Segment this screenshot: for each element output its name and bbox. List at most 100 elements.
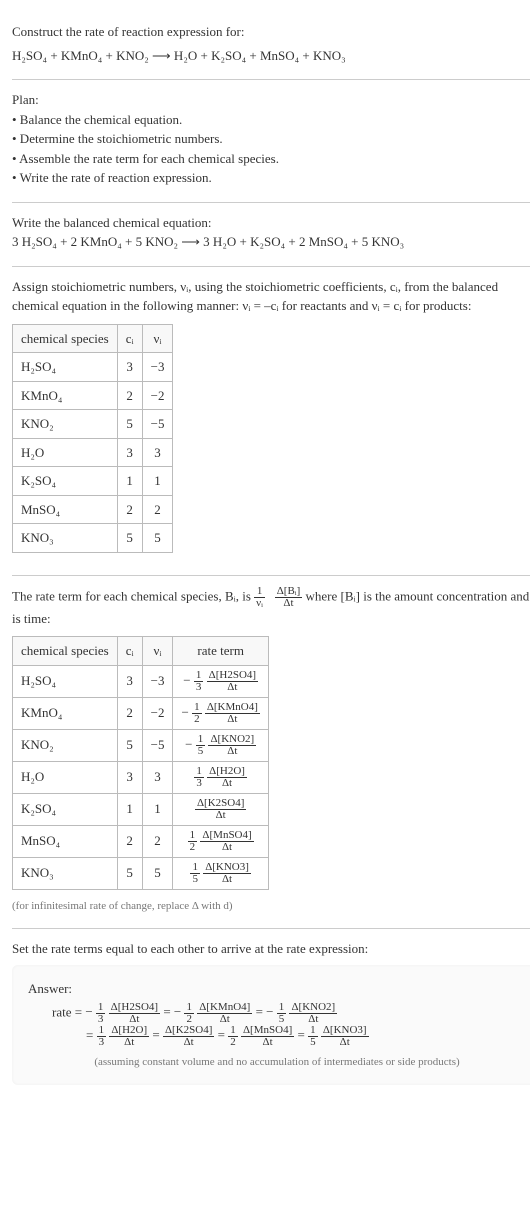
table-row: KMnO₄2−2 − 12 Δ[KMnO4]Δt	[13, 697, 269, 729]
intro-section: Construct the rate of reaction expressio…	[12, 12, 530, 80]
balanced-title: Write the balanced chemical equation:	[12, 213, 530, 233]
table-header: νᵢ	[142, 324, 173, 353]
c-cell: 1	[117, 467, 142, 496]
stoich-intro: Assign stoichiometric numbers, νᵢ, using…	[12, 277, 530, 316]
table-row: H₂O33	[13, 438, 173, 467]
v-cell: −2	[142, 381, 173, 410]
species-cell: K₂SO₄	[13, 793, 118, 825]
c-cell: 3	[117, 665, 142, 697]
v-cell: −3	[142, 353, 173, 382]
stoich-section: Assign stoichiometric numbers, νᵢ, using…	[12, 267, 530, 576]
v-cell: 2	[142, 495, 173, 524]
rate-line2: 13 Δ[H2O]Δt = Δ[K2SO4]Δt = 12 Δ[MnSO4]Δt…	[97, 1027, 369, 1042]
c-cell: 2	[117, 495, 142, 524]
species-cell: K₂SO₄	[13, 467, 118, 496]
species-cell: H₂SO₄	[13, 353, 118, 382]
plan-item: • Assemble the rate term for each chemic…	[12, 149, 530, 169]
table-row: K₂SO₄11	[13, 467, 173, 496]
answer-label: Answer:	[28, 979, 526, 999]
c-cell: 3	[117, 438, 142, 467]
rateterm-cell: − 15 Δ[KNO2]Δt	[173, 729, 268, 761]
rateterm-cell: − 13 Δ[H2SO4]Δt	[173, 665, 268, 697]
rateterm-intro-a: The rate term for each chemical species,…	[12, 588, 254, 603]
table-header: cᵢ	[117, 637, 142, 666]
rateterm-inner-frac: Δ[Bᵢ] Δt	[275, 586, 303, 609]
species-cell: H₂O	[13, 438, 118, 467]
table-row: H₂O3313 Δ[H2O]Δt	[13, 761, 269, 793]
frac-den: Δt	[275, 598, 303, 609]
rate-label: rate =	[52, 1004, 82, 1019]
table-row: H₂SO₄3−3	[13, 353, 173, 382]
rate-line1: − 13 Δ[H2SO4]Δt = − 12 Δ[KMnO4]Δt = − 15…	[85, 1004, 337, 1019]
rateterm-cell: 13 Δ[H2O]Δt	[173, 761, 268, 793]
c-cell: 5	[117, 729, 142, 761]
table-row: H₂SO₄3−3 − 13 Δ[H2SO4]Δt	[13, 665, 269, 697]
table-row: KMnO₄2−2	[13, 381, 173, 410]
rateterm-cell: − 12 Δ[KMnO4]Δt	[173, 697, 268, 729]
rateterm-section: The rate term for each chemical species,…	[12, 576, 530, 930]
rateterm-cell: 12 Δ[MnSO4]Δt	[173, 825, 268, 857]
plan-item: • Write the rate of reaction expression.	[12, 168, 530, 188]
c-cell: 1	[117, 793, 142, 825]
frac-num: 1	[254, 586, 265, 598]
c-cell: 3	[117, 761, 142, 793]
v-cell: 2	[142, 825, 173, 857]
frac-num: Δ[Bᵢ]	[275, 586, 303, 598]
c-cell: 2	[117, 381, 142, 410]
rateterm-cell: 15 Δ[KNO3]Δt	[173, 857, 268, 889]
rateterm-note: (for infinitesimal rate of change, repla…	[12, 898, 530, 915]
rateterm-outer-frac: 1 νᵢ	[254, 586, 265, 609]
final-title: Set the rate terms equal to each other t…	[12, 939, 530, 959]
v-cell: 5	[142, 857, 173, 889]
table-row: KNO₃55	[13, 524, 173, 553]
table-header: νᵢ	[142, 637, 173, 666]
rateterm-cell: Δ[K2SO4]Δt	[173, 793, 268, 825]
v-cell: −3	[142, 665, 173, 697]
species-cell: KNO₂	[13, 410, 118, 439]
table-row: KNO₂5−5 − 15 Δ[KNO2]Δt	[13, 729, 269, 761]
balanced-equation: 3 H₂SO₄ + 2 KMnO₄ + 5 KNO₂ ⟶ 3 H₂O + K₂S…	[12, 232, 530, 252]
species-cell: MnSO₄	[13, 495, 118, 524]
table-header: cᵢ	[117, 324, 142, 353]
answer-box: Answer: rate = − 13 Δ[H2SO4]Δt = − 12 Δ[…	[12, 965, 530, 1085]
v-cell: −2	[142, 697, 173, 729]
table-header: rate term	[173, 637, 268, 666]
table-row: K₂SO₄11Δ[K2SO4]Δt	[13, 793, 269, 825]
v-cell: 1	[142, 793, 173, 825]
v-cell: −5	[142, 410, 173, 439]
final-section: Set the rate terms equal to each other t…	[12, 929, 530, 1099]
intro-equation: H₂SO₄ + KMnO₄ + KNO₂ ⟶ H₂O + K₂SO₄ + MnS…	[12, 46, 530, 66]
rateterm-intro: The rate term for each chemical species,…	[12, 586, 530, 629]
table-row: MnSO₄22	[13, 495, 173, 524]
assumption-note: (assuming constant volume and no accumul…	[28, 1054, 526, 1071]
plan-title: Plan:	[12, 90, 530, 110]
intro-title: Construct the rate of reaction expressio…	[12, 22, 530, 42]
v-cell: −5	[142, 729, 173, 761]
plan-items: • Balance the chemical equation.• Determ…	[12, 110, 530, 188]
species-cell: KMnO₄	[13, 697, 118, 729]
species-cell: KNO₃	[13, 857, 118, 889]
species-cell: KNO₃	[13, 524, 118, 553]
v-cell: 3	[142, 438, 173, 467]
table-header: chemical species	[13, 637, 118, 666]
v-cell: 3	[142, 761, 173, 793]
c-cell: 2	[117, 825, 142, 857]
c-cell: 2	[117, 697, 142, 729]
frac-den: νᵢ	[254, 598, 265, 609]
table-row: KNO₃5515 Δ[KNO3]Δt	[13, 857, 269, 889]
balanced-section: Write the balanced chemical equation: 3 …	[12, 203, 530, 267]
rate-expression: rate = − 13 Δ[H2SO4]Δt = − 12 Δ[KMnO4]Δt…	[28, 1002, 526, 1048]
stoich-table: chemical species cᵢ νᵢ H₂SO₄3−3KMnO₄2−2K…	[12, 324, 173, 553]
rateterm-table: chemical species cᵢ νᵢ rate term H₂SO₄3−…	[12, 636, 269, 890]
species-cell: KNO₂	[13, 729, 118, 761]
plan-item: • Balance the chemical equation.	[12, 110, 530, 130]
c-cell: 5	[117, 410, 142, 439]
table-row: MnSO₄2212 Δ[MnSO4]Δt	[13, 825, 269, 857]
c-cell: 3	[117, 353, 142, 382]
v-cell: 1	[142, 467, 173, 496]
plan-section: Plan: • Balance the chemical equation.• …	[12, 80, 530, 203]
species-cell: KMnO₄	[13, 381, 118, 410]
plan-item: • Determine the stoichiometric numbers.	[12, 129, 530, 149]
species-cell: H₂SO₄	[13, 665, 118, 697]
table-header: chemical species	[13, 324, 118, 353]
